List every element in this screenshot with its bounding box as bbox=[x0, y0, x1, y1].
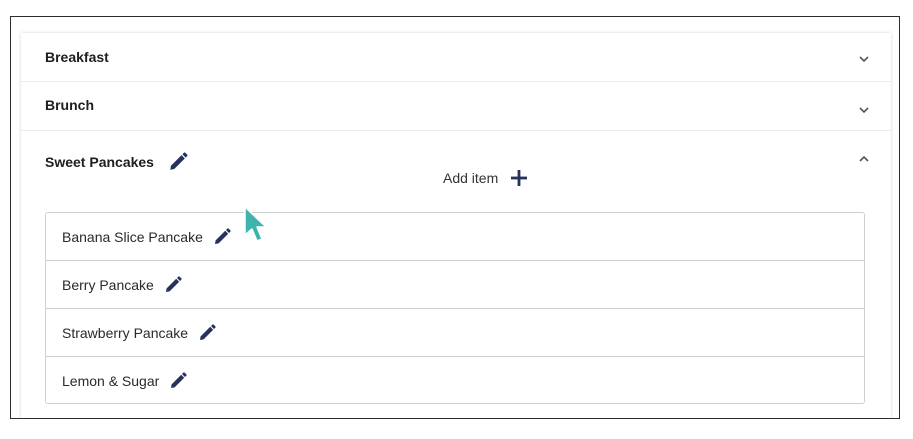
panel-title-brunch: Brunch bbox=[45, 97, 94, 113]
add-item-button[interactable]: Add item bbox=[443, 169, 528, 187]
panel-header-brunch[interactable]: Brunch bbox=[21, 82, 891, 130]
chevron-down-icon[interactable] bbox=[857, 103, 871, 117]
panel-header-breakfast[interactable]: Breakfast bbox=[21, 33, 891, 81]
pencil-icon[interactable] bbox=[167, 151, 189, 173]
menu-accordion: Breakfast Brunch Sweet Pancakes Add item… bbox=[21, 33, 891, 418]
panel-title-breakfast: Breakfast bbox=[45, 49, 109, 65]
chevron-down-icon[interactable] bbox=[857, 52, 871, 66]
pencil-icon[interactable] bbox=[163, 275, 183, 295]
pencil-icon[interactable] bbox=[197, 323, 217, 343]
pencil-icon[interactable] bbox=[212, 227, 232, 247]
mouse-pointer-icon bbox=[244, 206, 267, 242]
item-label: Strawberry Pancake bbox=[62, 325, 189, 341]
item-list: Banana Slice Pancake Berry Pancake Straw… bbox=[45, 212, 865, 404]
item-label: Lemon & Sugar bbox=[62, 373, 160, 389]
item-label: Banana Slice Pancake bbox=[62, 229, 203, 245]
list-item: Banana Slice Pancake bbox=[46, 213, 864, 261]
list-item: Berry Pancake bbox=[46, 261, 864, 309]
list-item: Strawberry Pancake bbox=[46, 309, 864, 357]
pencil-icon[interactable] bbox=[168, 371, 188, 391]
add-item-label: Add item bbox=[443, 170, 499, 186]
item-label: Berry Pancake bbox=[62, 277, 154, 293]
plus-icon[interactable] bbox=[510, 169, 528, 187]
chevron-up-icon[interactable] bbox=[857, 152, 871, 166]
panel-title-sweet-pancakes: Sweet Pancakes bbox=[45, 154, 154, 170]
list-item: Lemon & Sugar bbox=[46, 357, 864, 405]
screenshot-frame: Breakfast Brunch Sweet Pancakes Add item… bbox=[10, 16, 900, 419]
